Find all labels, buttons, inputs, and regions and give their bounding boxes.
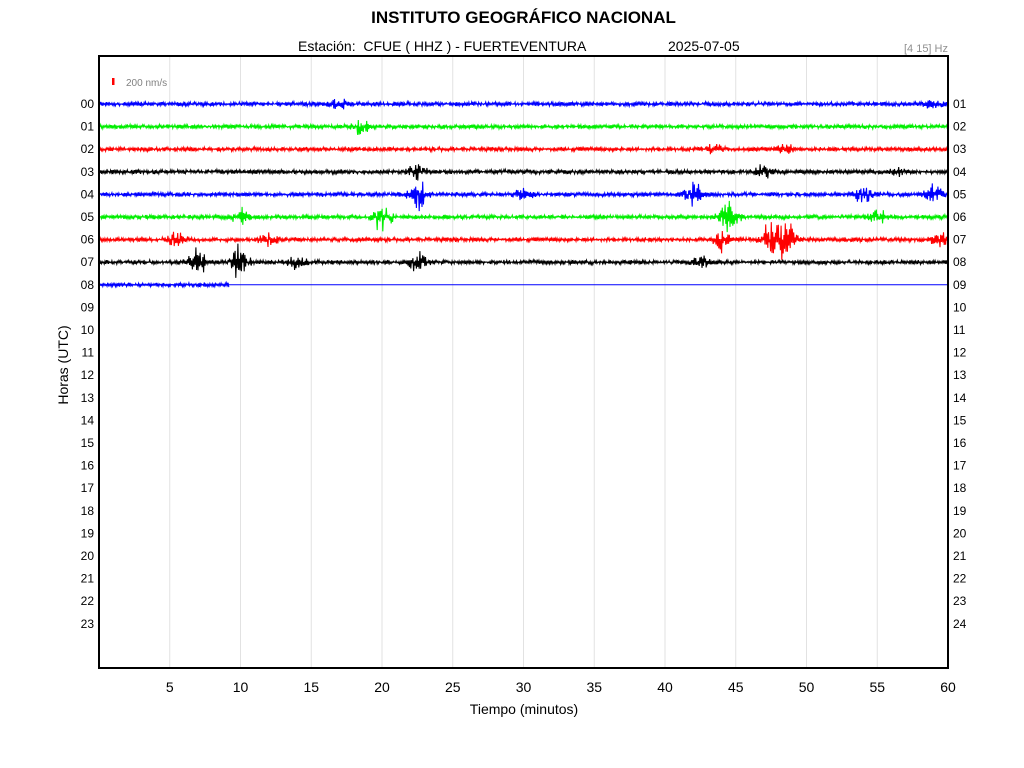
seismogram-chart: 200 nm/s 5 10 15 20 25 30 35 40 45 50 55 60 00 01 02 03…: [55, 55, 967, 717]
x-tick-label: 55: [869, 679, 885, 695]
hour-label-left: 02: [81, 142, 95, 156]
hour-label-right: 10: [953, 300, 967, 314]
hour-label-left: 15: [81, 436, 95, 450]
x-axis-title: Tiempo (minutos): [470, 701, 578, 717]
hour-label-left: 19: [81, 526, 95, 540]
hour-label-left: 12: [81, 368, 95, 382]
x-tick-label: 50: [799, 679, 815, 695]
scale-label: 200 nm/s: [126, 78, 167, 89]
x-tick-label: 20: [374, 679, 390, 695]
scale-bar: [112, 78, 115, 85]
hour-label-right: 15: [953, 413, 967, 427]
hour-label-right: 13: [953, 368, 967, 382]
hour-label-right: 16: [953, 436, 967, 450]
hour-label-right: 08: [953, 255, 967, 269]
hour-label-left: 05: [81, 210, 95, 224]
hour-label-right: 06: [953, 210, 967, 224]
x-tick-label: 60: [940, 679, 956, 695]
x-tick-label: 35: [586, 679, 602, 695]
x-tick-label: 40: [657, 679, 673, 695]
hour-label-left: 04: [81, 187, 95, 201]
hour-label-right: 04: [953, 165, 967, 179]
hour-label-right: 19: [953, 504, 967, 518]
hour-label-left: 18: [81, 504, 95, 518]
hour-label-right: 22: [953, 572, 967, 586]
x-tick-label: 25: [445, 679, 461, 695]
hour-label-right: 05: [953, 187, 967, 201]
hour-label-left: 23: [81, 617, 95, 631]
seismic-trace-hour-08: [99, 280, 230, 289]
hour-label-right: 02: [953, 120, 967, 134]
hour-label-right: 20: [953, 526, 967, 540]
hour-label-right: 23: [953, 594, 967, 608]
y-axis-title: Horas (UTC): [55, 325, 71, 404]
x-tick-label: 15: [303, 679, 319, 695]
hour-label-left: 13: [81, 391, 95, 405]
hour-label-left: 16: [81, 459, 95, 473]
x-tick-label: 30: [516, 679, 532, 695]
hour-label-left: 03: [81, 165, 95, 179]
hour-label-left: 11: [82, 346, 95, 360]
x-tick-label: 10: [233, 679, 249, 695]
hour-label-left: 06: [81, 233, 95, 247]
hour-label-right: 07: [953, 233, 967, 247]
hour-label-left: 17: [81, 481, 95, 495]
hour-label-left: 14: [81, 413, 95, 427]
hour-label-left: 07: [81, 255, 95, 269]
hour-label-left: 08: [81, 278, 95, 292]
hour-label-right: 24: [953, 617, 967, 631]
hour-label-left: 01: [81, 120, 95, 134]
hour-label-right: 14: [953, 391, 967, 405]
hour-label-right: 17: [953, 459, 967, 473]
hour-label-right: 09: [953, 278, 967, 292]
x-tick-label: 45: [728, 679, 744, 695]
hour-label-left: 10: [81, 323, 95, 337]
hour-label-right: 21: [953, 549, 967, 563]
hour-label-right: 12: [953, 346, 967, 360]
hour-label-right: 18: [953, 481, 967, 495]
hour-label-left: 09: [81, 300, 95, 314]
hour-label-left: 22: [81, 594, 95, 608]
hour-label-left: 20: [81, 549, 95, 563]
x-tick-label: 5: [166, 679, 174, 695]
hour-label-right: 03: [953, 142, 967, 156]
hour-label-right: 01: [953, 97, 967, 111]
hour-label-left: 00: [81, 97, 95, 111]
hour-label-right: 11: [953, 323, 966, 337]
hour-label-left: 21: [81, 572, 95, 586]
